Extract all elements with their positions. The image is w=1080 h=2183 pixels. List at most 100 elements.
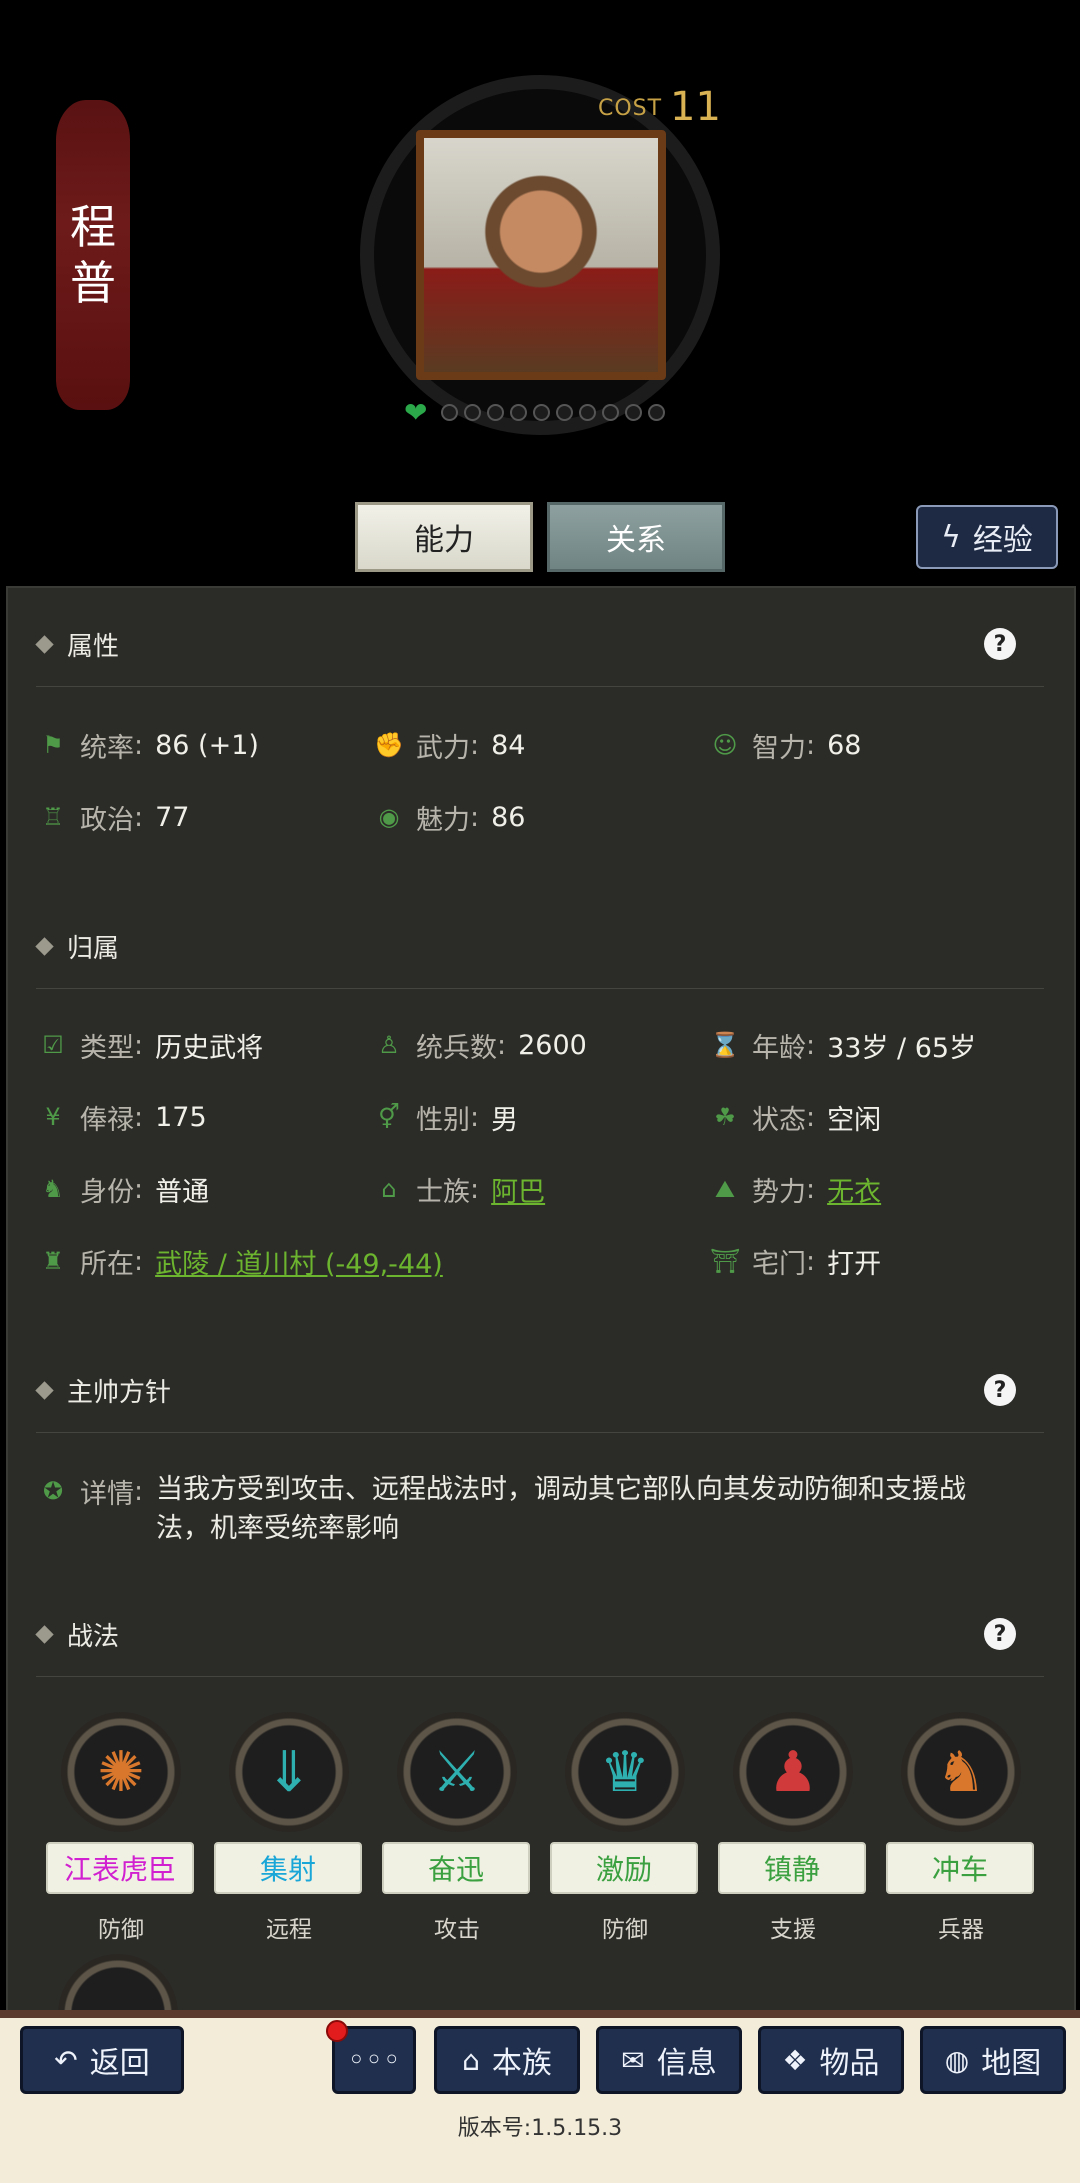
section-strategy-header: 主帅方针 (35, 1360, 172, 1420)
back-button[interactable]: ↶ 返回 (20, 2026, 184, 2094)
hourglass-icon: ⌛ (710, 1031, 740, 1059)
help-tactics-icon[interactable]: ? (984, 1618, 1016, 1650)
star-slot (648, 404, 666, 421)
attr-value: 77 (155, 801, 190, 833)
section-title: 战法 (67, 1621, 120, 1652)
flag-icon: ⚑ (42, 731, 64, 759)
section-tactics-header: 战法 (35, 1604, 120, 1664)
star-slot (556, 404, 574, 421)
map-button[interactable]: ◍ 地图 (920, 2026, 1066, 2094)
info-label: 身份 (80, 1176, 134, 1208)
skill-type: 防御 (602, 1917, 648, 1943)
star-slot (487, 404, 505, 421)
info-clan: ⌂ 士族: 阿巴 (374, 1164, 545, 1214)
info-value: 打开 (827, 1248, 882, 1280)
yen-coin-icon: ¥ (45, 1103, 61, 1131)
back-label: 返回 (89, 2046, 150, 2081)
skill-name: 镇静 (718, 1842, 866, 1894)
help-attributes-icon[interactable]: ? (984, 628, 1016, 660)
clan-icon: ⌂ (381, 1175, 397, 1203)
skill-name: 江表虎臣 (46, 1842, 194, 1894)
attr-charm: ◉ 魅力: 86 (374, 792, 526, 842)
info-label: 状态 (752, 1104, 806, 1136)
attr-value: 86 (+1) (155, 729, 259, 761)
skill-type: 兵器 (938, 1917, 984, 1943)
gate-icon: ⛩ (710, 1247, 741, 1275)
info-value: 历史武将 (155, 1032, 264, 1064)
info-value: 175 (155, 1101, 207, 1133)
lightning-icon: ϟ (941, 519, 961, 555)
meditate-icon: ♟ (733, 1712, 853, 1832)
gender-icon: ⚥ (378, 1103, 400, 1131)
info-label: 俸禄 (80, 1104, 134, 1136)
info-label: 统兵数 (416, 1032, 497, 1064)
chat-bubble-icon: ✉ (621, 2043, 645, 2077)
brain-icon: ✺ (61, 1712, 181, 1832)
tab-relation[interactable]: 关系 (547, 502, 725, 572)
info-value: 2600 (518, 1029, 587, 1061)
info-label: 势力 (752, 1176, 806, 1208)
skill-type: 攻击 (434, 1917, 480, 1943)
info-button[interactable]: ✉ 信息 (596, 2026, 742, 2094)
divider (36, 686, 1044, 687)
star-rank-row: ❤ (404, 396, 666, 429)
more-label: ◦◦◦ (347, 2042, 401, 2078)
info-location: ♜ 所在: 武陵 / 道川村 (-49,-44) (38, 1236, 443, 1286)
experience-button[interactable]: ϟ 经验 (916, 505, 1058, 569)
clan-label: 本族 (491, 2046, 552, 2081)
section-affiliation-header: 归属 (35, 916, 119, 976)
info-type: ☑ 类型: 历史武将 (38, 1020, 263, 1070)
name-char-2: 普 (70, 256, 116, 310)
notification-dot (326, 2020, 348, 2042)
info-faction: ⛰ 势力: 无衣 (710, 1164, 881, 1214)
clan-icon: ⌂ (462, 2043, 480, 2077)
items-label: 物品 (819, 2046, 880, 2081)
name-char-1: 程 (70, 200, 116, 254)
siege-horse-icon: ♞ (901, 1712, 1021, 1832)
star-slot (579, 404, 597, 421)
skill-name: 奋迅 (382, 1842, 530, 1894)
star-slot (602, 404, 620, 421)
info-gender: ⚥ 性别: 男 (374, 1092, 518, 1142)
section-title: 主帅方针 (67, 1377, 172, 1408)
tab-ability[interactable]: 能力 (355, 502, 533, 572)
arrow-rain-icon: ⇓ (229, 1712, 349, 1832)
calendar-check-icon: ☑ (42, 1031, 64, 1059)
faction-link[interactable]: 无衣 (827, 1170, 881, 1209)
divider (36, 988, 1044, 989)
info-label: 士族 (416, 1176, 470, 1208)
clan-link[interactable]: 阿巴 (491, 1170, 545, 1209)
general-portrait[interactable] (416, 130, 666, 380)
diamond-icon (35, 1624, 54, 1644)
attr-value: 68 (827, 729, 862, 761)
info-label: 类型 (80, 1032, 134, 1064)
help-strategy-icon[interactable]: ? (984, 1374, 1016, 1406)
info-label: 性别 (416, 1104, 470, 1136)
map-label: 地图 (981, 2046, 1042, 2081)
attr-label: 统率 (80, 732, 134, 764)
star-slot (464, 404, 482, 421)
skill-name: 冲车 (886, 1842, 1034, 1894)
skill-type: 远程 (266, 1917, 312, 1943)
skill-name: 集射 (214, 1842, 362, 1894)
attr-command: ⚑ 统率: 86 (+1) (38, 720, 259, 770)
items-button[interactable]: ❖ 物品 (758, 2026, 904, 2094)
skill-type: 支援 (770, 1917, 816, 1943)
section-attributes-header: 属性 (35, 614, 120, 674)
warrior-icon: ♛ (565, 1712, 685, 1832)
diamond-icon (35, 634, 54, 654)
info-label: 详情 (80, 1478, 134, 1510)
info-label: 年龄 (752, 1032, 806, 1064)
heart-icon: ❤ (404, 396, 428, 429)
location-link[interactable]: 武陵 / 道川村 (-49,-44) (155, 1242, 443, 1281)
section-title: 属性 (67, 631, 120, 662)
star-slot (533, 404, 551, 421)
experience-label: 经验 (972, 523, 1033, 558)
arm-icon: ✊ (374, 731, 404, 759)
clan-button[interactable]: ⌂ 本族 (434, 2026, 580, 2094)
attr-politics: ♖ 政治: 77 (38, 792, 189, 842)
attr-label: 魅力 (416, 804, 470, 836)
person-icon: ♙ (378, 1031, 400, 1059)
status-icon: ☘ (714, 1103, 736, 1131)
shield-emblem-icon: ✪ (42, 1477, 64, 1505)
